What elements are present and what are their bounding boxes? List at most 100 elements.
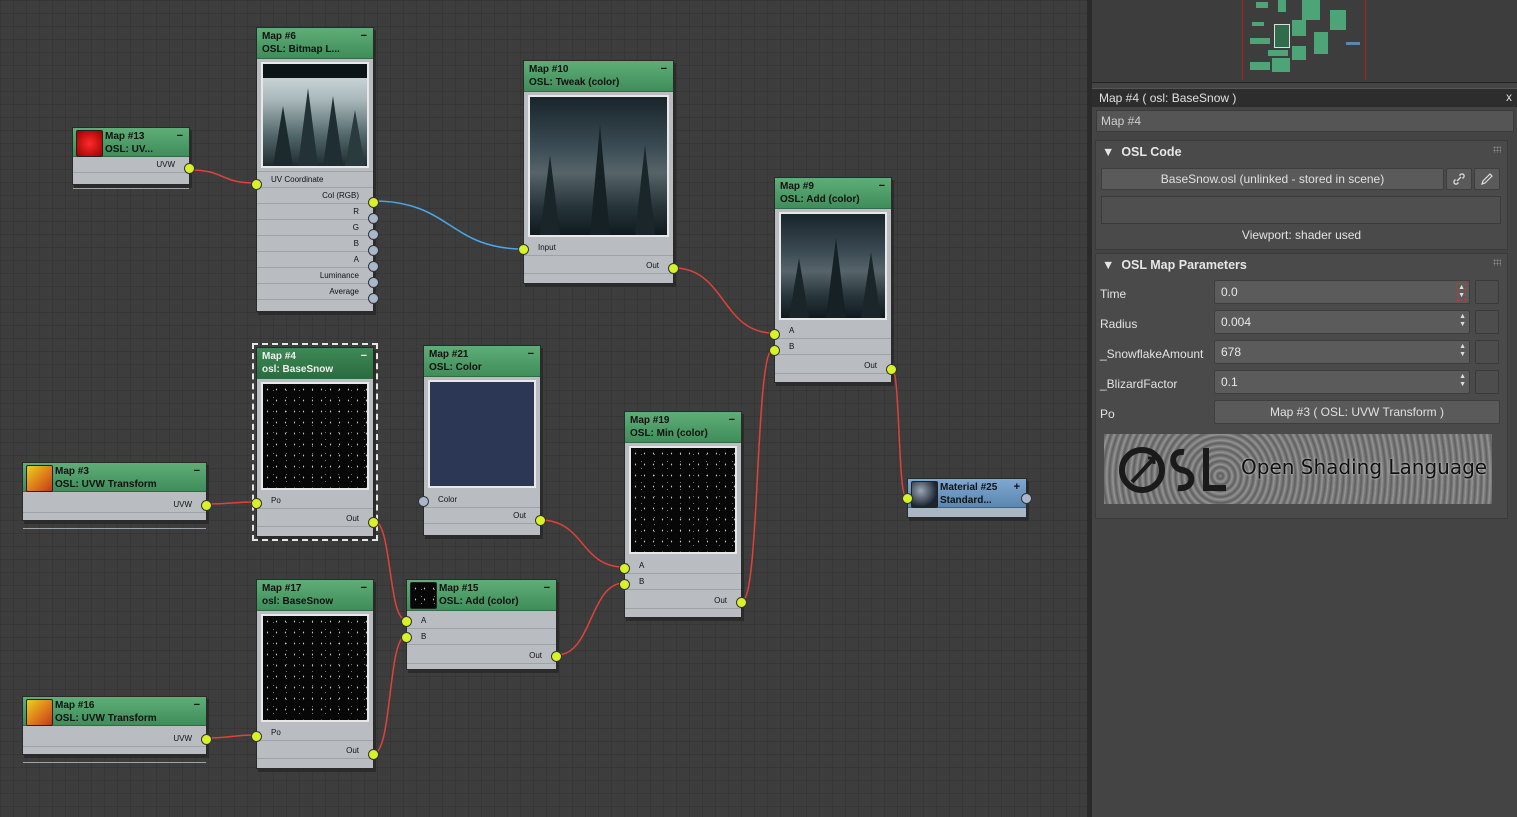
snowflake-amount-spinner[interactable]: 678 ▲ ▼ <box>1214 340 1470 364</box>
node-title: Map #9 <box>780 181 814 192</box>
output-socket[interactable] <box>368 213 379 224</box>
node-subtitle: OSL: UV... <box>105 144 153 155</box>
node-map15[interactable]: Map #15 OSL: Add (color) − A B Out <box>401 579 562 670</box>
input-socket[interactable] <box>619 563 630 574</box>
output-socket[interactable] <box>368 749 379 760</box>
blizard-factor-spinner[interactable]: 0.1 ▲ ▼ <box>1214 370 1470 394</box>
preview-image <box>428 380 536 488</box>
grip-icon[interactable] <box>1493 259 1501 266</box>
close-icon[interactable]: x <box>1506 90 1512 104</box>
input-socket[interactable] <box>902 493 913 504</box>
expand-icon[interactable]: + <box>1014 481 1020 493</box>
node-material25[interactable]: Material #25 Standard... + <box>902 478 1032 518</box>
blizard-factor-map-slot[interactable] <box>1475 370 1499 394</box>
minimize-icon[interactable]: − <box>544 582 550 594</box>
time-spinner[interactable]: 0.0 ▲ ▼ <box>1214 280 1470 304</box>
input-socket[interactable] <box>518 244 529 255</box>
rollout-title[interactable]: ▼ OSL Code <box>1102 145 1182 159</box>
output-socket[interactable] <box>535 515 546 526</box>
output-socket[interactable] <box>368 517 379 528</box>
socket-label: G <box>352 223 359 232</box>
output-socket[interactable] <box>368 277 379 288</box>
output-socket[interactable] <box>1021 493 1032 504</box>
output-socket[interactable] <box>184 163 195 174</box>
input-socket[interactable] <box>401 632 412 643</box>
minimize-icon[interactable]: − <box>194 699 200 711</box>
minimize-icon[interactable]: − <box>528 348 534 360</box>
socket-label: Average <box>329 287 359 296</box>
node-map9[interactable]: Map #9 OSL: Add (color) − A B Out <box>769 177 897 383</box>
pencil-icon[interactable] <box>1474 168 1500 190</box>
input-socket[interactable] <box>619 579 630 590</box>
output-socket[interactable] <box>368 261 379 272</box>
input-socket[interactable] <box>251 179 262 190</box>
grip-icon[interactable] <box>1493 146 1501 153</box>
input-socket[interactable] <box>251 731 262 742</box>
node-map6[interactable]: Map #6 OSL: Bitmap L... − UV Coordinate … <box>251 27 379 312</box>
node-map13[interactable]: Map #13 OSL: UV... − UVW <box>72 127 195 189</box>
radius-map-slot[interactable] <box>1475 310 1499 334</box>
po-map-button[interactable]: Map #3 ( OSL: UVW Transform ) <box>1214 400 1500 424</box>
node-title: Map #16 <box>55 700 95 711</box>
minimize-icon[interactable]: − <box>729 414 735 426</box>
input-socket[interactable] <box>251 498 262 509</box>
minimize-icon[interactable]: − <box>361 30 367 42</box>
red-swatch-icon <box>76 130 103 157</box>
minimize-icon[interactable]: − <box>661 63 667 75</box>
input-socket[interactable] <box>401 616 412 627</box>
output-socket[interactable] <box>551 651 562 662</box>
input-socket[interactable] <box>769 329 780 340</box>
node-map16[interactable]: Map #16 OSL: UVW Transform − UVW <box>22 696 212 763</box>
output-socket[interactable] <box>201 734 212 745</box>
input-socket[interactable] <box>769 345 780 356</box>
output-socket[interactable] <box>736 597 747 608</box>
map-name-field[interactable]: Map #4 <box>1096 110 1514 132</box>
node-subtitle: OSL: Bitmap L... <box>262 44 340 55</box>
node-subtitle: osl: BaseSnow <box>262 364 334 375</box>
wire-map4-map15 <box>373 520 407 621</box>
socket-label: B <box>353 239 359 248</box>
output-socket[interactable] <box>368 197 379 208</box>
socket-label: R <box>353 207 359 216</box>
radius-spinner[interactable]: 0.004 ▲ ▼ <box>1214 310 1470 334</box>
node-map17[interactable]: Map #17 osl: BaseSnow − Po Out <box>251 579 379 769</box>
node-map21[interactable]: Map #21 OSL: Color − Color Out <box>418 345 546 536</box>
node-map19[interactable]: Map #19 OSL: Min (color) − A B Out <box>619 411 747 618</box>
link-icon[interactable] <box>1446 168 1472 190</box>
parameter-panel: Map #4 ( osl: BaseSnow ) x Map #4 ▼ OSL … <box>1092 0 1517 817</box>
snow-swatch-icon <box>410 582 437 609</box>
output-socket[interactable] <box>368 293 379 304</box>
socket-label: Po <box>271 496 281 505</box>
wire-map21-map19 <box>539 519 625 568</box>
navigator-minimap[interactable] <box>1092 0 1517 83</box>
snowflake-amount-map-slot[interactable] <box>1475 340 1499 364</box>
socket-label: B <box>789 342 795 351</box>
node-title: Map #6 <box>262 31 296 42</box>
node-map4[interactable]: Map #4 osl: BaseSnow − Po Out <box>251 343 379 541</box>
output-socket[interactable] <box>368 245 379 256</box>
output-socket[interactable] <box>886 364 897 375</box>
node-editor-canvas[interactable]: Map #13 OSL: UV... − UVW Map #6 OSL: Bit… <box>0 0 1087 817</box>
node-map10[interactable]: Map #10 OSL: Tweak (color) − Input Out <box>518 60 679 284</box>
node-map3[interactable]: Map #3 OSL: UVW Transform − UVW <box>22 462 212 529</box>
socket-label: A <box>421 616 427 625</box>
param-label-blizard-factor: _BlizardFactor <box>1100 377 1178 391</box>
minimize-icon[interactable]: − <box>177 130 183 142</box>
minimize-icon[interactable]: − <box>361 350 367 362</box>
socket-label: Color <box>438 495 458 504</box>
osl-code-area[interactable] <box>1101 196 1501 224</box>
minimize-icon[interactable]: − <box>361 582 367 594</box>
output-socket[interactable] <box>668 263 679 274</box>
minimize-icon[interactable]: − <box>194 465 200 477</box>
output-socket[interactable] <box>368 229 379 240</box>
panel-header: Map #4 ( osl: BaseSnow ) x <box>1092 88 1517 107</box>
socket-label: A <box>789 326 795 335</box>
time-map-slot[interactable] <box>1475 280 1499 304</box>
minimize-icon[interactable]: − <box>879 180 885 192</box>
socket-label: Out <box>714 596 727 605</box>
osl-file-button[interactable]: BaseSnow.osl (unlinked - stored in scene… <box>1101 168 1444 190</box>
input-socket[interactable] <box>418 496 429 507</box>
output-socket[interactable] <box>201 500 212 511</box>
socket-label: Out <box>346 514 359 523</box>
rollout-title[interactable]: ▼ OSL Map Parameters <box>1102 258 1247 272</box>
